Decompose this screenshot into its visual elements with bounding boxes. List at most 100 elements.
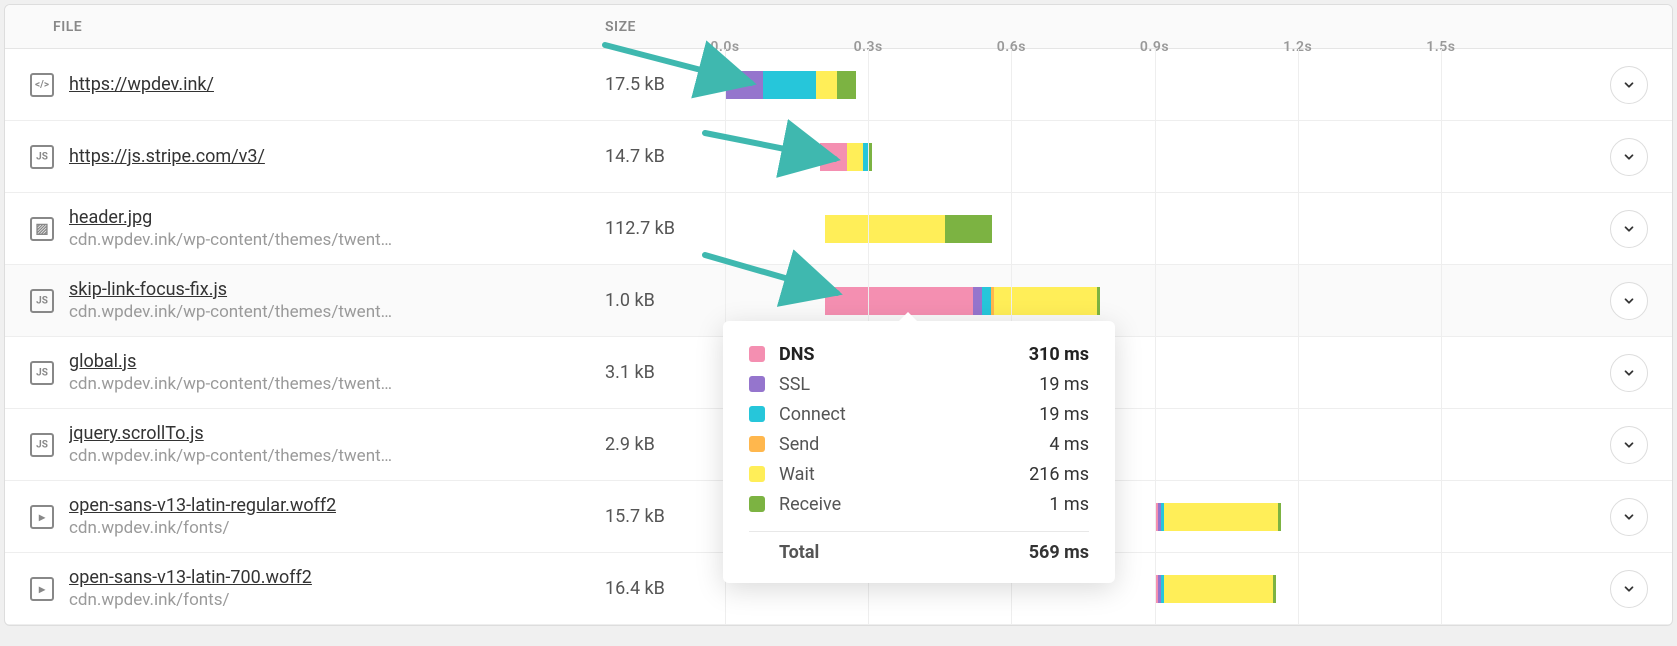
- file-cell: global.jscdn.wpdev.ink/wp-content/themes…: [5, 351, 605, 394]
- file-cell: https://js.stripe.com/v3/: [5, 144, 605, 170]
- expand-button[interactable]: [1610, 498, 1648, 536]
- file-subtext: cdn.wpdev.ink/wp-content/themes/twent…: [69, 302, 392, 322]
- tooltip-label: Receive: [779, 494, 1049, 515]
- send-swatch-icon: [749, 436, 765, 452]
- receive-swatch-icon: [749, 496, 765, 512]
- expand-button[interactable]: [1610, 210, 1648, 248]
- file-link[interactable]: https://js.stripe.com/v3/: [69, 146, 265, 167]
- tooltip-label: Send: [779, 434, 1049, 455]
- file-cell: open-sans-v13-latin-700.woff2cdn.wpdev.i…: [5, 567, 605, 610]
- file-link[interactable]: https://wpdev.ink/: [69, 74, 214, 95]
- timing-tooltip: DNS310 msSSL19 msConnect19 msSend4 msWai…: [723, 321, 1115, 583]
- timeline-cell: [725, 193, 1672, 264]
- tooltip-label: SSL: [779, 374, 1039, 395]
- segment-wait: [994, 287, 1097, 315]
- tooltip-item: Wait216 ms: [749, 459, 1089, 489]
- chevron-down-icon: [1622, 294, 1636, 308]
- segment-receive: [1273, 575, 1276, 603]
- segment-wait: [1164, 503, 1279, 531]
- timeline-cell: [725, 49, 1672, 120]
- expand-button[interactable]: [1610, 570, 1648, 608]
- segment-connect: [763, 71, 815, 99]
- tooltip-total-value: 569 ms: [1029, 542, 1089, 563]
- tooltip-value: 19 ms: [1039, 374, 1089, 395]
- chevron-down-icon: [1622, 510, 1636, 524]
- segment-receive: [1097, 287, 1100, 315]
- segment-wait: [1164, 575, 1274, 603]
- tooltip-label: DNS: [779, 344, 1029, 365]
- tooltip-value: 1 ms: [1049, 494, 1089, 515]
- file-subtext: cdn.wpdev.ink/wp-content/themes/twent…: [69, 446, 392, 466]
- file-subtext: cdn.wpdev.ink/wp-content/themes/twent…: [69, 230, 392, 250]
- segment-wait: [847, 143, 864, 171]
- segment-receive: [1278, 503, 1281, 531]
- tooltip-item: Send4 ms: [749, 429, 1089, 459]
- img-file-icon: [29, 216, 55, 242]
- tooltip-item: Connect19 ms: [749, 399, 1089, 429]
- file-subtext: cdn.wpdev.ink/fonts/: [69, 590, 312, 610]
- waterfall-panel: FILE SIZE 0.0s0.3s0.6s0.9s1.2s1.5s https…: [4, 4, 1673, 626]
- file-cell: jquery.scrollTo.jscdn.wpdev.ink/wp-conte…: [5, 423, 605, 466]
- js-file-icon: [29, 432, 55, 458]
- expand-button[interactable]: [1610, 138, 1648, 176]
- file-cell: open-sans-v13-latin-regular.woff2cdn.wpd…: [5, 495, 605, 538]
- timing-bar[interactable]: [825, 215, 992, 243]
- segment-wait: [816, 71, 837, 99]
- segment-ssl: [973, 287, 982, 315]
- file-link[interactable]: open-sans-v13-latin-regular.woff2: [69, 495, 336, 516]
- size-cell: 112.7 kB: [605, 218, 725, 239]
- file-link[interactable]: jquery.scrollTo.js: [69, 423, 392, 444]
- segment-dns: [825, 287, 973, 315]
- tooltip-item: Receive1 ms: [749, 489, 1089, 519]
- expand-button[interactable]: [1610, 66, 1648, 104]
- size-cell: 2.9 kB: [605, 434, 725, 455]
- file-subtext: cdn.wpdev.ink/fonts/: [69, 518, 336, 538]
- file-link[interactable]: skip-link-focus-fix.js: [69, 279, 392, 300]
- expand-button[interactable]: [1610, 354, 1648, 392]
- expand-button[interactable]: [1610, 426, 1648, 464]
- font-file-icon: [29, 576, 55, 602]
- font-file-icon: [29, 504, 55, 530]
- chevron-down-icon: [1622, 582, 1636, 596]
- timing-bar[interactable]: [820, 143, 872, 171]
- segment-receive: [837, 71, 856, 99]
- file-cell: header.jpgcdn.wpdev.ink/wp-content/theme…: [5, 207, 605, 250]
- size-cell: 16.4 kB: [605, 578, 725, 599]
- file-cell: skip-link-focus-fix.jscdn.wpdev.ink/wp-c…: [5, 279, 605, 322]
- file-link[interactable]: header.jpg: [69, 207, 392, 228]
- timing-bar[interactable]: [825, 287, 1100, 315]
- timing-bar[interactable]: [1155, 503, 1282, 531]
- tooltip-item: SSL19 ms: [749, 369, 1089, 399]
- file-link[interactable]: global.js: [69, 351, 392, 372]
- segment-dns: [820, 143, 846, 171]
- dns-swatch-icon: [749, 346, 765, 362]
- header-size: SIZE: [605, 19, 725, 35]
- file-link[interactable]: open-sans-v13-latin-700.woff2: [69, 567, 312, 588]
- js-file-icon: [29, 360, 55, 386]
- expand-button[interactable]: [1610, 282, 1648, 320]
- wait-swatch-icon: [749, 466, 765, 482]
- tooltip-caret-icon: [897, 312, 919, 323]
- table-row[interactable]: https://wpdev.ink/17.5 kB: [5, 49, 1672, 121]
- segment-connect: [982, 287, 991, 315]
- size-cell: 14.7 kB: [605, 146, 725, 167]
- waterfall-header: FILE SIZE 0.0s0.3s0.6s0.9s1.2s1.5s: [5, 5, 1672, 49]
- html-file-icon: [29, 72, 55, 98]
- table-row[interactable]: https://js.stripe.com/v3/14.7 kB: [5, 121, 1672, 193]
- chevron-down-icon: [1622, 78, 1636, 92]
- size-cell: 3.1 kB: [605, 362, 725, 383]
- tooltip-item: DNS310 ms: [749, 339, 1089, 369]
- chevron-down-icon: [1622, 150, 1636, 164]
- segment-receive: [945, 215, 993, 243]
- table-row[interactable]: header.jpgcdn.wpdev.ink/wp-content/theme…: [5, 193, 1672, 265]
- chevron-down-icon: [1622, 222, 1636, 236]
- file-cell: https://wpdev.ink/: [5, 72, 605, 98]
- segment-receive: [868, 143, 872, 171]
- timing-bar[interactable]: [725, 71, 856, 99]
- timing-bar[interactable]: [1155, 575, 1277, 603]
- size-cell: 1.0 kB: [605, 290, 725, 311]
- js-file-icon: [29, 288, 55, 314]
- size-cell: 17.5 kB: [605, 74, 725, 95]
- size-cell: 15.7 kB: [605, 506, 725, 527]
- tooltip-value: 19 ms: [1039, 404, 1089, 425]
